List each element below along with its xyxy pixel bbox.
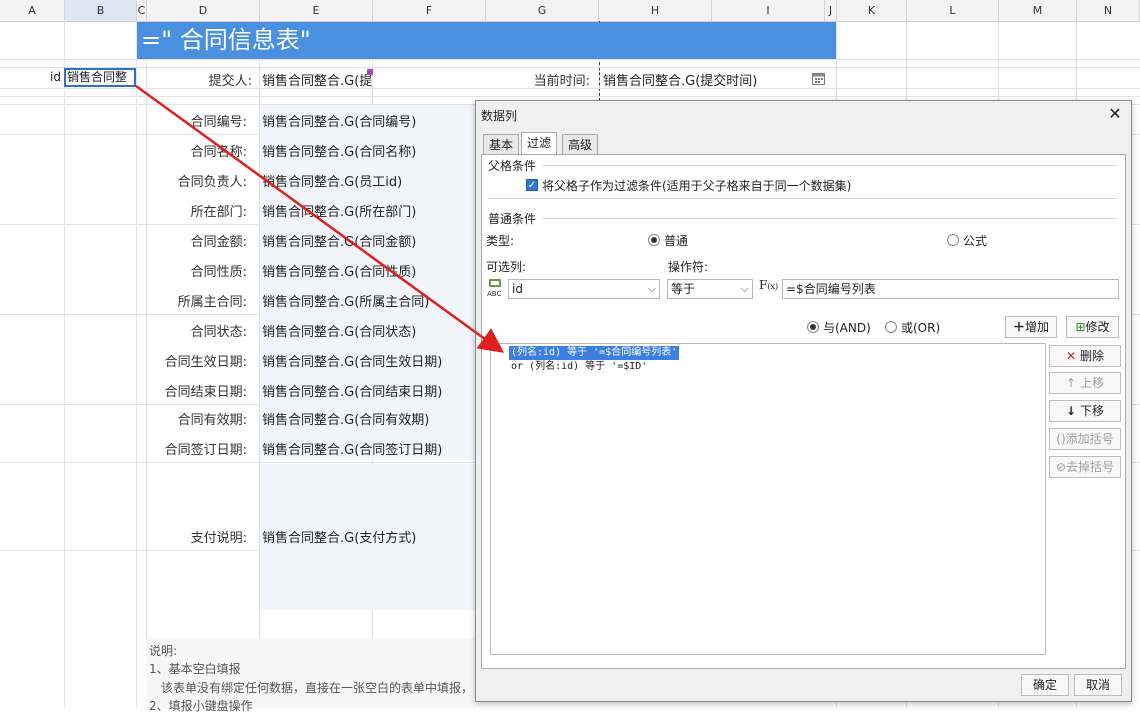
annotation-arrow xyxy=(135,84,505,353)
